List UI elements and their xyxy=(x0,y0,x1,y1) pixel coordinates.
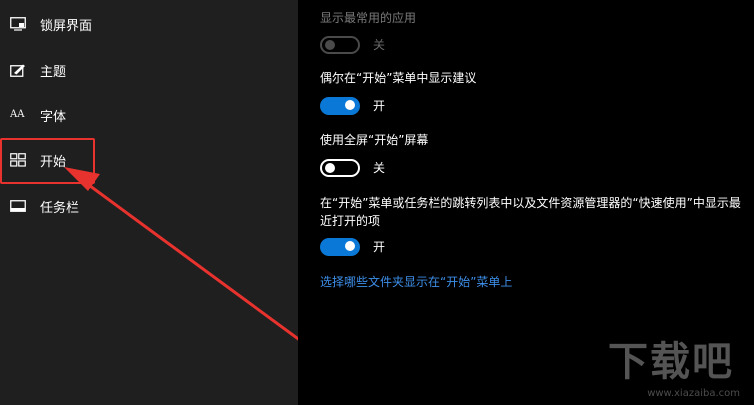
toggle-most-used-apps[interactable] xyxy=(320,36,360,54)
setting-title-recent-items: 在“开始”菜单或任务栏的跳转列表中以及文件资源管理器的“快速使用”中显示最近打开… xyxy=(320,196,741,228)
sidebar-item-label: 主题 xyxy=(40,64,67,80)
sidebar-item-taskbar[interactable]: 任务栏 xyxy=(0,188,298,224)
toggle-full-screen-start[interactable] xyxy=(320,159,360,177)
toggle-recent-items[interactable] xyxy=(320,238,360,256)
toggle-suggestions[interactable] xyxy=(320,97,360,115)
lock-screen-icon xyxy=(9,15,27,33)
theme-brush-icon xyxy=(9,61,27,79)
toggle-state-label: 关 xyxy=(373,161,386,175)
sidebar-item-label: 任务栏 xyxy=(40,200,80,216)
toggle-state-label: 开 xyxy=(373,99,386,113)
taskbar-icon xyxy=(9,197,27,215)
choose-folders-link[interactable]: 选择哪些文件夹显示在“开始”菜单上 xyxy=(320,273,512,290)
sidebar-item-font[interactable]: AA 字体 xyxy=(0,97,298,133)
sidebar-item-theme[interactable]: 主题 xyxy=(0,52,298,88)
toggle-knob xyxy=(345,241,355,251)
toggle-state-label: 开 xyxy=(373,240,386,254)
toggle-knob xyxy=(325,163,335,173)
toggle-knob xyxy=(325,40,335,50)
setting-title-most-used-apps: 显示最常用的应用 xyxy=(320,11,417,25)
font-icon: AA xyxy=(9,106,27,124)
toggle-knob xyxy=(345,100,355,110)
sidebar-item-start[interactable]: 开始 xyxy=(0,142,298,178)
sidebar-item-lock-screen[interactable]: 锁屏界面 xyxy=(0,6,298,42)
setting-title-full-screen-start: 使用全屏“开始”屏幕 xyxy=(320,133,429,147)
start-settings-panel: 显示最常用的应用 关 偶尔在“开始”菜单中显示建议 开 使用全屏“开始”屏幕 关… xyxy=(298,0,754,405)
setting-title-suggestions: 偶尔在“开始”菜单中显示建议 xyxy=(320,71,477,85)
svg-text:AA: AA xyxy=(10,109,25,120)
sidebar-item-label: 锁屏界面 xyxy=(40,18,93,34)
sidebar-item-label: 开始 xyxy=(40,154,67,170)
start-menu-icon xyxy=(9,151,27,169)
toggle-state-label: 关 xyxy=(373,38,386,52)
settings-sidebar: 锁屏界面 主题 AA 字体 开始 任务栏 xyxy=(0,0,298,405)
sidebar-item-label: 字体 xyxy=(40,109,67,125)
